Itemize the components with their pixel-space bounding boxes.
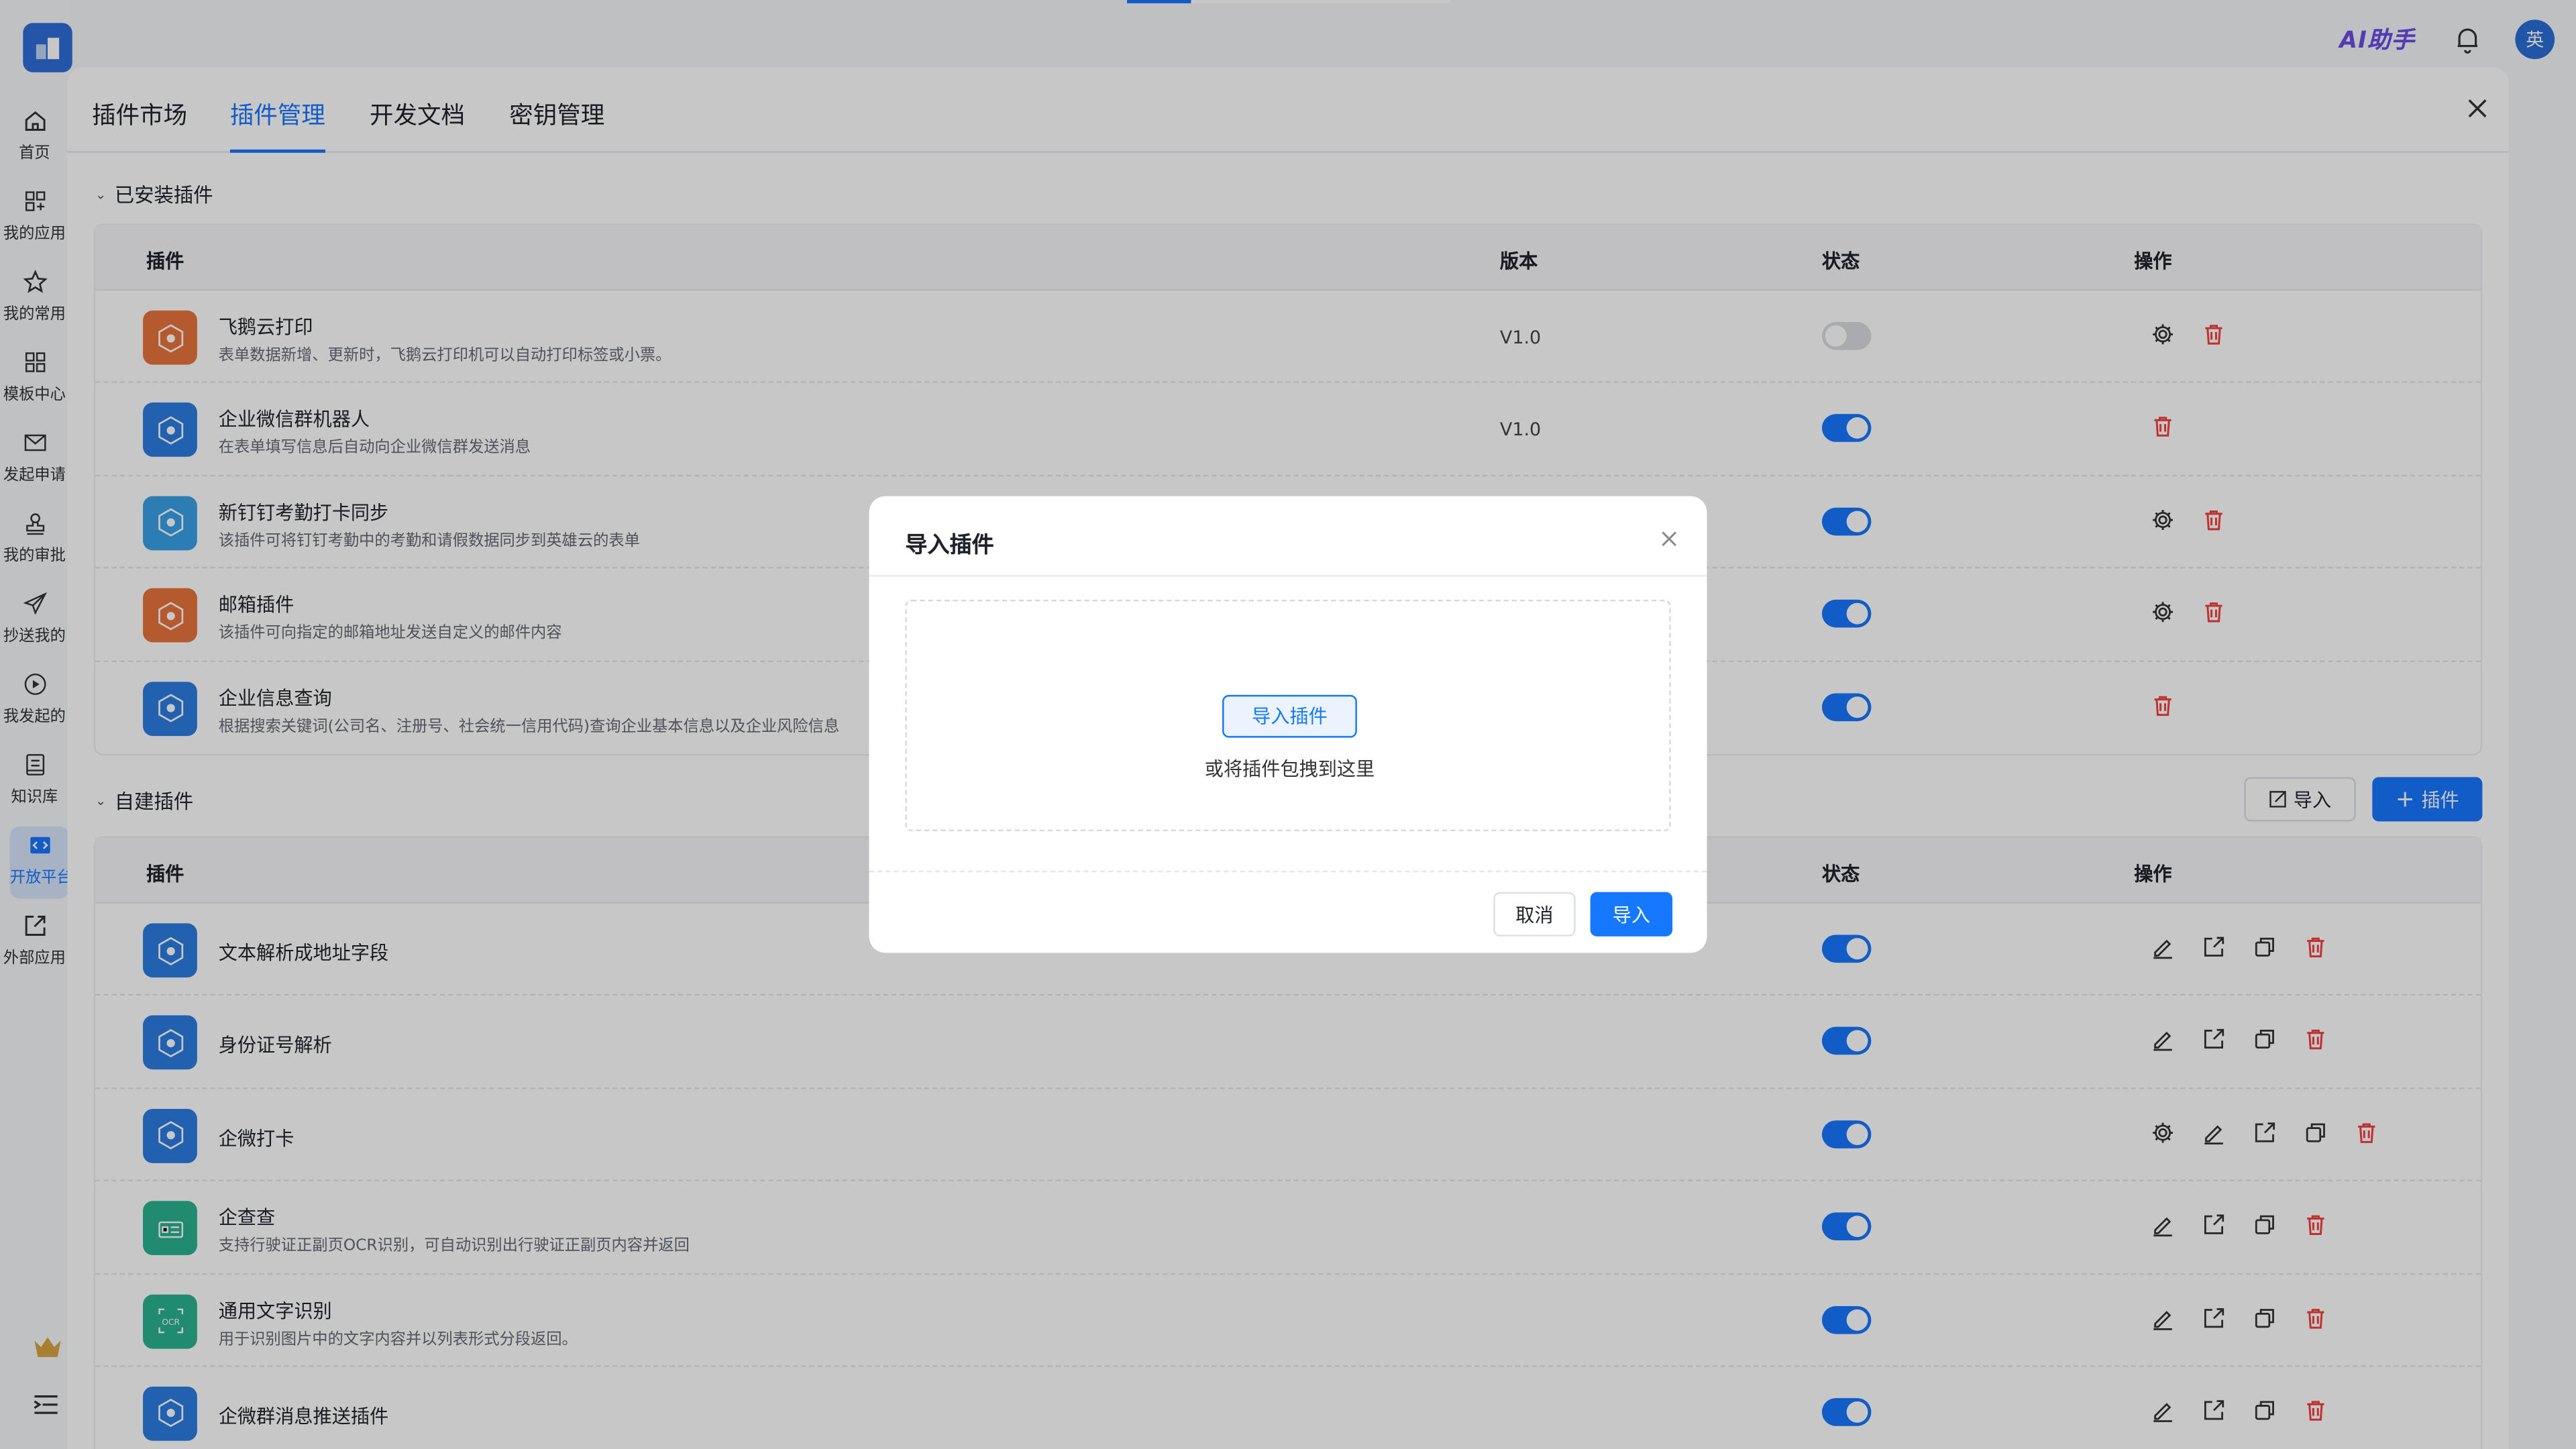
dropzone-hint: 或将插件包拽到这里 — [1204, 757, 1375, 781]
dialog-title: 导入插件 — [905, 532, 994, 559]
upload-dropzone[interactable]: 导入插件 或将插件包拽到这里 — [905, 599, 1671, 832]
close-icon[interactable] — [1659, 529, 1678, 549]
import-plugin-dialog: 导入插件 导入插件 或将插件包拽到这里 取消 导入 — [869, 496, 1707, 953]
cancel-button[interactable]: 取消 — [1493, 892, 1576, 936]
confirm-import-button[interactable]: 导入 — [1590, 892, 1673, 936]
divider — [869, 575, 1707, 577]
divider — [869, 870, 1707, 873]
upload-plugin-button[interactable]: 导入插件 — [1222, 694, 1357, 738]
app-root: 首页 我的应用 我的常用 模板中心 发起申请 我的审批 抄送我的 我发起的 知识库 开放平台 外部应… — [0, 0, 2576, 1449]
